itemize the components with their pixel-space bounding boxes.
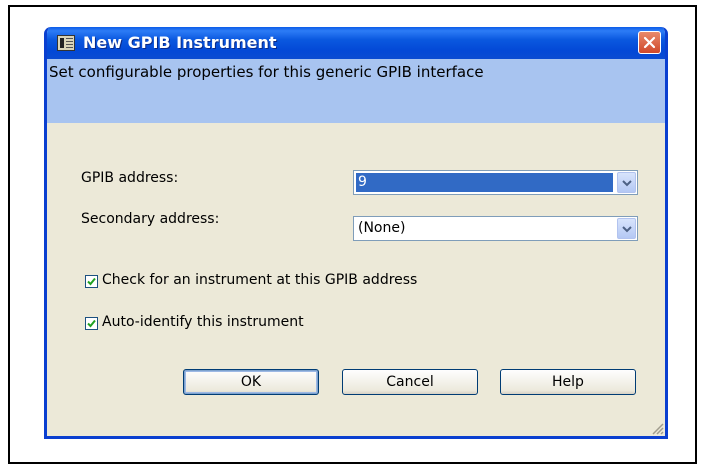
secondary-address-select[interactable]: (None) [353,216,638,241]
app-icon [57,35,75,51]
secondary-address-label: Secondary address: [81,211,220,227]
chevron-down-icon [622,226,632,233]
check-instrument-label[interactable]: Check for an instrument at this GPIB add… [102,272,417,288]
gpib-address-select[interactable]: 9 [353,170,638,195]
gpib-address-dropdown-button[interactable] [617,172,636,193]
dialog-window: New GPIB Instrument Set configurable pro… [44,27,668,439]
window-title: New GPIB Instrument [83,33,277,52]
cancel-button[interactable]: Cancel [342,369,478,395]
title-bar[interactable]: New GPIB Instrument [47,27,665,59]
auto-identify-label[interactable]: Auto-identify this instrument [102,314,304,330]
resize-grip-icon[interactable] [650,421,664,435]
gpib-address-label: GPIB address: [81,170,179,186]
description-text: Set configurable properties for this gen… [49,63,484,81]
chevron-down-icon [622,180,632,187]
secondary-address-dropdown-button[interactable] [617,218,636,239]
checkmark-icon [87,277,96,286]
gpib-address-value: 9 [356,173,613,192]
check-instrument-checkbox[interactable] [85,275,98,288]
secondary-address-value: (None) [358,220,406,236]
description-banner: Set configurable properties for this gen… [47,59,665,123]
auto-identify-checkbox[interactable] [85,317,98,330]
ok-button[interactable]: OK [183,369,319,395]
checkmark-icon [87,319,96,328]
close-icon [643,36,656,49]
help-button[interactable]: Help [500,369,636,395]
close-button[interactable] [638,31,661,54]
